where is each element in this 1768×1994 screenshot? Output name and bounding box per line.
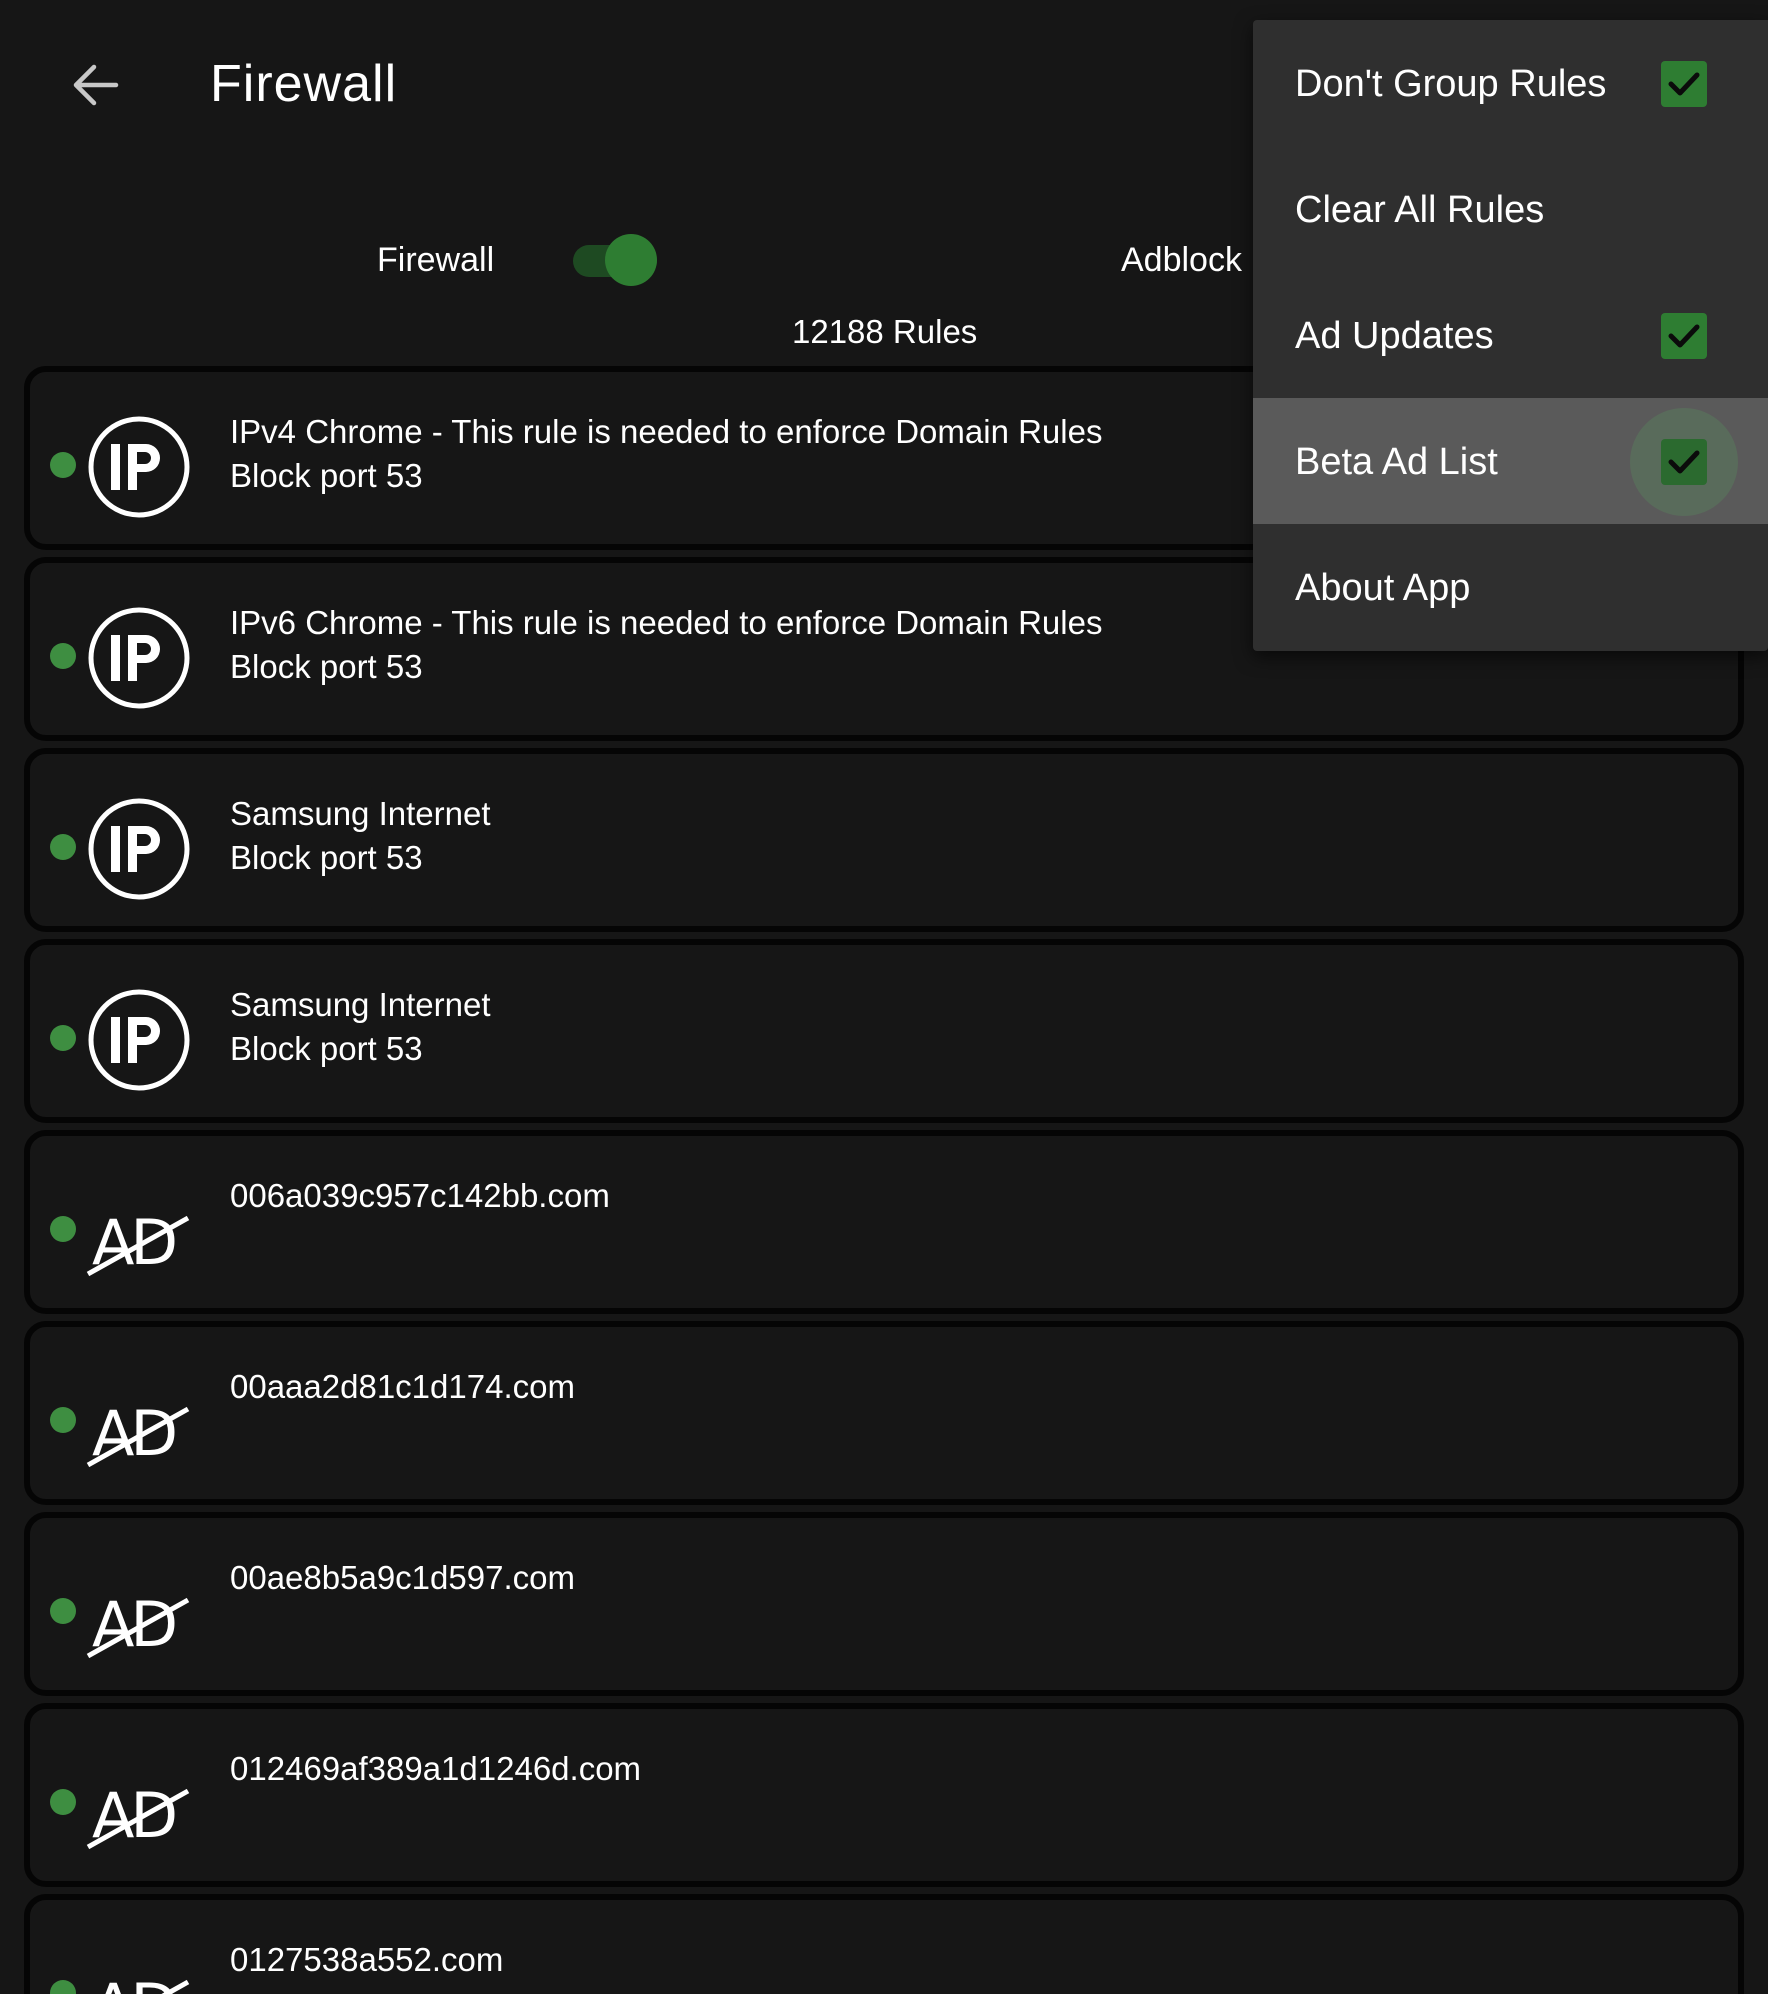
svg-text:AD: AD [92, 1588, 175, 1661]
ad-block-icon: AD [86, 1942, 192, 1994]
checkbox[interactable] [1661, 61, 1707, 107]
ad-block-icon: AD [86, 1369, 192, 1475]
arrow-left-icon [73, 64, 119, 106]
status-dot [50, 452, 76, 478]
rule-text: 00ae8b5a9c1d597.com [230, 1556, 1718, 1600]
page-title: Firewall [210, 55, 398, 113]
rule-row[interactable]: AD 00ae8b5a9c1d597.com [24, 1512, 1744, 1696]
rule-row[interactable]: Samsung Internet Block port 53 [24, 939, 1744, 1123]
status-dot [50, 1789, 76, 1815]
rule-row[interactable]: AD 0127538a552.com [24, 1894, 1744, 1994]
ad-block-icon: AD [86, 1751, 192, 1857]
status-dot [50, 1216, 76, 1242]
menu-item-label: Don't Group Rules [1295, 63, 1607, 105]
rule-row[interactable]: Samsung Internet Block port 53 [24, 748, 1744, 932]
svg-text:AD: AD [92, 1206, 175, 1279]
rule-title: Samsung Internet [230, 986, 491, 1023]
ip-icon [86, 987, 192, 1093]
status-dot [50, 834, 76, 860]
rule-text: Samsung Internet Block port 53 [230, 792, 1718, 880]
firewall-toggle[interactable] [573, 232, 663, 288]
menu-item-ad-updates[interactable]: Ad Updates [1253, 272, 1768, 398]
ip-icon [86, 414, 192, 520]
checkmark-icon [1661, 324, 1707, 363]
rules-count: 12188 Rules [792, 313, 978, 350]
rule-subtitle: Block port 53 [230, 648, 423, 685]
adblock-toggle-label: Adblock [1121, 241, 1242, 279]
rule-text: Samsung Internet Block port 53 [230, 983, 1718, 1071]
menu-item-clear-all-rules[interactable]: Clear All Rules [1253, 146, 1768, 272]
rule-row[interactable]: AD 00aaa2d81c1d174.com [24, 1321, 1744, 1505]
checkmark-icon [1661, 450, 1707, 489]
rule-row[interactable]: AD 012469af389a1d1246d.com [24, 1703, 1744, 1887]
overflow-menu: Don't Group Rules Clear All Rules Ad Updat… [1253, 20, 1768, 651]
status-dot [50, 1598, 76, 1624]
svg-text:AD: AD [92, 1779, 175, 1852]
rule-title: 00aaa2d81c1d174.com [230, 1368, 575, 1405]
rule-text: 0127538a552.com [230, 1938, 1718, 1982]
status-dot [50, 1407, 76, 1433]
rule-subtitle: Block port 53 [230, 1030, 423, 1067]
menu-item-label: About App [1295, 567, 1471, 609]
svg-text:AD: AD [92, 1970, 175, 1994]
firewall-toggle-label: Firewall [377, 241, 495, 279]
ip-icon [86, 605, 192, 711]
rule-text: 012469af389a1d1246d.com [230, 1747, 1718, 1791]
back-button[interactable] [60, 50, 130, 120]
rule-title: 0127538a552.com [230, 1941, 504, 1978]
rule-title: 012469af389a1d1246d.com [230, 1750, 642, 1787]
ad-block-icon: AD [86, 1178, 192, 1284]
checkbox[interactable] [1661, 439, 1707, 485]
ip-icon [86, 796, 192, 902]
rule-title: Samsung Internet [230, 795, 491, 832]
menu-item-label: Clear All Rules [1295, 189, 1545, 231]
firewall-screen: Firewall Firewall Adblock 12188 Rules IP… [0, 0, 1768, 1994]
status-dot [50, 1980, 76, 1994]
status-dot [50, 1025, 76, 1051]
svg-text:AD: AD [92, 1397, 175, 1470]
menu-item-label: Ad Updates [1295, 315, 1494, 357]
menu-item-beta-ad-list[interactable]: Beta Ad List [1253, 398, 1768, 524]
ad-block-icon: AD [86, 1560, 192, 1666]
checkmark-icon [1661, 72, 1707, 111]
rule-subtitle: Block port 53 [230, 839, 423, 876]
menu-item-label: Beta Ad List [1295, 441, 1498, 483]
menu-item-about-app[interactable]: About App [1253, 524, 1768, 650]
status-dot [50, 643, 76, 669]
checkbox[interactable] [1661, 313, 1707, 359]
rule-row[interactable]: AD 006a039c957c142bb.com [24, 1130, 1744, 1314]
rule-title: 006a039c957c142bb.com [230, 1177, 610, 1214]
rule-text: 00aaa2d81c1d174.com [230, 1365, 1718, 1409]
rule-title: 00ae8b5a9c1d597.com [230, 1559, 575, 1596]
menu-item-don-t-group-rules[interactable]: Don't Group Rules [1253, 20, 1768, 146]
toggle-thumb [605, 234, 657, 286]
rule-text: 006a039c957c142bb.com [230, 1174, 1718, 1218]
